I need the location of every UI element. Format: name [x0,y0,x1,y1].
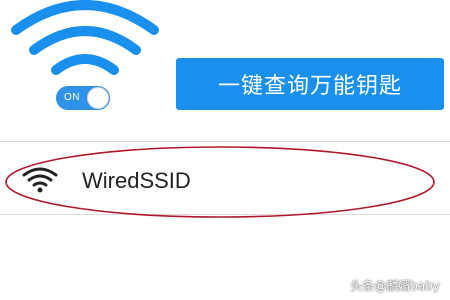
network-ssid: WiredSSID [82,168,191,193]
toggle-knob [87,87,109,109]
watermark: 头条@麟婿baby [350,279,440,293]
divider [0,214,450,215]
wifi-icon [22,167,58,193]
toggle-label: ON [64,92,80,103]
network-list-item[interactable]: WiredSSID [0,142,450,214]
wifi-toggle[interactable]: ON [56,86,110,110]
wifi-icon [11,0,159,75]
header: ON 一键查询万能钥匙 [0,0,450,140]
query-key-button[interactable]: 一键查询万能钥匙 [176,58,444,110]
